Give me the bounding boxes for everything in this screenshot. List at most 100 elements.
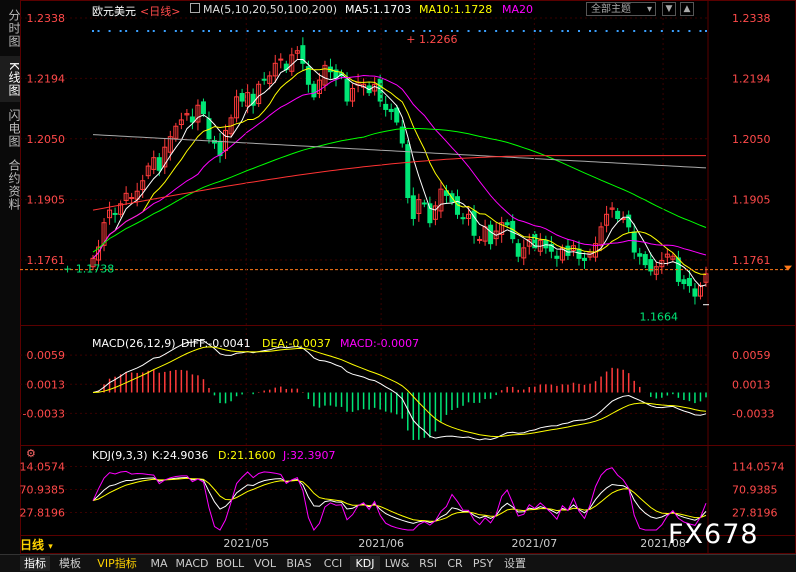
signal-dot [660, 30, 663, 32]
candle-body [460, 217, 466, 220]
candle-body [681, 279, 687, 285]
signal-dot [622, 30, 625, 32]
fx678-logo: FX678 [668, 519, 759, 550]
sidebar-item-timeshare[interactable]: 分时图 [0, 4, 21, 52]
signal-dot [589, 30, 592, 32]
candle-body [410, 195, 416, 219]
tab-macd[interactable]: MACD [174, 556, 210, 571]
candle-body [515, 243, 521, 257]
signal-dot [495, 30, 498, 32]
y-tick-label: 1.2194 [732, 72, 771, 85]
signal-dot [467, 30, 470, 32]
signal-dot [401, 30, 404, 32]
tab-cci[interactable]: CCI [318, 556, 348, 571]
scroll-down-button[interactable]: ▼ [662, 2, 676, 16]
candle-body [477, 238, 483, 241]
tab-psy[interactable]: PSY [468, 556, 498, 571]
candle-body [344, 78, 350, 102]
tab-kdj[interactable]: KDJ [350, 556, 380, 571]
candle-body [686, 277, 692, 287]
candle-body [488, 224, 494, 245]
kdj-settings-icon[interactable]: ⚙ [26, 447, 36, 460]
tab-vip指标[interactable]: VIP指标 [90, 556, 144, 571]
tab-cr[interactable]: CR [444, 556, 466, 571]
macd-dea-line [92, 346, 707, 438]
tab-bias[interactable]: BIAS [282, 556, 316, 571]
tab-lw-[interactable]: LW& [382, 556, 412, 571]
signal-dot [506, 30, 509, 32]
sidebar-item-flash[interactable]: 闪电图 [0, 104, 21, 152]
signal-dot [594, 30, 597, 32]
signal-dot [235, 30, 238, 32]
signal-dot [368, 30, 371, 32]
signal-dot [357, 30, 360, 32]
macd-y-tick: 0.0013 [732, 378, 771, 391]
candle-body [582, 257, 588, 261]
symbol-name: 欧元美元 [92, 5, 136, 18]
ma20-line [92, 74, 707, 259]
left-sidebar: 分时图 K线图 闪电图 合约资料 [0, 0, 21, 571]
signal-dot [522, 30, 525, 32]
signal-dot [633, 30, 636, 32]
tab-rsi[interactable]: RSI [414, 556, 442, 571]
sidebar-item-contract[interactable]: 合约资料 [0, 156, 21, 214]
tab-指标[interactable]: 指标 [20, 556, 50, 571]
signal-dot [147, 30, 150, 32]
tab-boll[interactable]: BOLL [212, 556, 248, 571]
signal-dot [533, 30, 536, 32]
signal-dot [511, 30, 514, 32]
signal-dot [108, 30, 111, 32]
y-tick-label: 1.1905 [732, 194, 771, 207]
period-tab-daily[interactable]: 日线 ▾ [20, 536, 53, 553]
y-tick-label-left: 1.1761 [27, 254, 66, 267]
ma5-line [92, 59, 707, 287]
candle-body [239, 93, 245, 102]
candle-body [189, 116, 195, 123]
scroll-up-button[interactable]: ▲ [680, 2, 694, 16]
chart-canvas[interactable]: 1.2338 1.2338 1.2194 1.2194 1.2050 1.2050 1.19… [20, 0, 796, 554]
signal-dot [384, 30, 387, 32]
signal-dot [561, 30, 564, 32]
sidebar-item-kline[interactable]: K线图 [0, 56, 21, 102]
ma20-value: MA20 [502, 3, 534, 16]
bottom-left-corner [0, 554, 20, 572]
macd-y-tick: -0.0033 [732, 407, 774, 420]
signal-dot [246, 30, 249, 32]
signal-dot [699, 30, 702, 32]
tab-ma[interactable]: MA [146, 556, 172, 571]
macd-dea-value: DEA:-0.0037 [262, 337, 331, 350]
ma-checkbox-icon[interactable] [190, 3, 200, 13]
candle-body [129, 197, 135, 200]
candle-body [543, 239, 549, 249]
theme-select[interactable]: 全部主题 ▾ [586, 2, 656, 16]
signal-dot [174, 30, 177, 32]
tab-vol[interactable]: VOL [250, 556, 280, 571]
candle-body [692, 288, 698, 297]
y-tick-label-left: 1.2050 [27, 133, 66, 146]
high-annotation: + 1.2266 [406, 33, 457, 46]
signal-dot [373, 30, 376, 32]
y-tick-label-left: 1.2338 [27, 12, 66, 25]
kdj-k-line [92, 476, 707, 524]
signal-dot [207, 30, 210, 32]
signal-dot [125, 30, 128, 32]
signal-dot [191, 30, 194, 32]
signal-dot [136, 30, 139, 32]
candle-body [554, 255, 560, 259]
kdj-k-value: K:24.9036 [152, 449, 209, 462]
macd-y-tick: 0.0059 [732, 349, 771, 362]
signal-dot [152, 30, 155, 32]
macd-y-tick-left: -0.0033 [23, 407, 65, 420]
signal-dot [566, 30, 569, 32]
signal-dot [539, 30, 542, 32]
signal-dot [484, 30, 487, 32]
signal-dot [428, 30, 431, 32]
ma-params: MA(5,10,20,50,100,200) [203, 3, 338, 16]
signal-dot [478, 30, 481, 32]
signal-dot [257, 30, 260, 32]
x-tick-label: 2021/07 [512, 537, 558, 550]
y-tick-label: 1.2050 [732, 133, 771, 146]
tab-模板[interactable]: 模板 [52, 556, 88, 571]
tab-设置[interactable]: 设置 [500, 556, 530, 571]
ma-label: MA(5,10,20,50,100,200) [190, 3, 337, 16]
